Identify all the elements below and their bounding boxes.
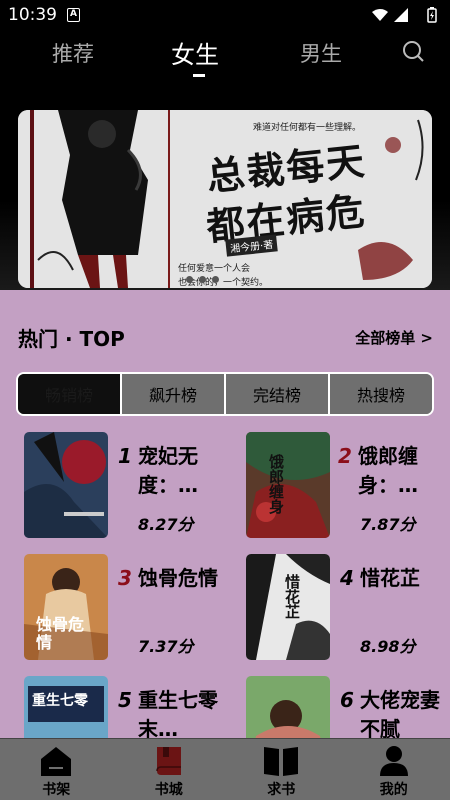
top-nav: 推荐 女生 男生 — [0, 30, 450, 90]
cover-title: 饿郎缠身 — [267, 454, 285, 514]
tab-active-indicator — [193, 74, 205, 77]
tab-completed[interactable]: 完结榜 — [226, 374, 330, 414]
book-cover[interactable]: 蚀骨危情 — [24, 554, 108, 660]
banner-pagination — [186, 268, 225, 287]
book-score: 7.37分 — [138, 637, 194, 656]
book-item[interactable]: 饿郎缠身 2 饿郎缠身：… 7.87分 — [246, 432, 446, 557]
book-score: 8.98分 — [360, 637, 416, 656]
tab-bestseller[interactable]: 畅销榜 — [18, 374, 122, 414]
section-title: 热门 · TOP — [18, 327, 125, 351]
tab-hot-search[interactable]: 热搜榜 — [330, 374, 432, 414]
book-title: 重生七零末… — [138, 688, 218, 741]
search-icon[interactable] — [402, 40, 426, 68]
rank-number: 2 — [338, 444, 352, 468]
book-request-icon — [264, 747, 299, 776]
pagination-dot[interactable] — [186, 276, 193, 283]
book-title: 饿郎缠身：… — [358, 444, 418, 497]
book-item[interactable]: 1 宠妃无度：… 8.27分 — [24, 432, 224, 557]
status-time: 10:39 — [8, 5, 57, 25]
pagination-dot[interactable] — [199, 276, 206, 283]
signal-icon — [394, 8, 408, 22]
hot-ranking-section: 热门 · TOP 全部榜单 > 畅销榜 飙升榜 完结榜 热搜榜 1 宠妃无度：…… — [0, 290, 450, 782]
rank-number: 5 — [118, 688, 132, 712]
book-title: 宠妃无度：… — [138, 444, 198, 497]
rank-number: 1 — [118, 444, 132, 468]
bottom-nav: 书架 书城 求书 我的 — [0, 738, 450, 800]
nav-bookstore[interactable]: 书城 — [113, 739, 226, 800]
rank-number: 4 — [340, 566, 354, 590]
profile-icon — [379, 746, 408, 776]
book-score: 8.27分 — [138, 515, 194, 534]
nav-label: 求书 — [267, 782, 296, 798]
wifi-icon — [372, 9, 388, 21]
book-cover[interactable] — [24, 432, 108, 538]
cover-title: 蚀骨危情 — [36, 615, 85, 652]
book-score: 7.87分 — [360, 515, 416, 534]
bookstore-icon — [156, 747, 181, 775]
book-title: 大佬宠妻不腻 — [360, 688, 440, 741]
book-cover[interactable]: 饿郎缠身 — [246, 432, 330, 538]
status-bar: 10:39 A — [0, 0, 450, 30]
rank-number: 3 — [118, 566, 132, 590]
tab-male[interactable]: 男生 — [300, 38, 342, 68]
nav-profile[interactable]: 我的 — [338, 739, 450, 800]
nav-label: 书城 — [154, 782, 183, 798]
bookshelf-icon — [41, 747, 72, 776]
cover-title: 重生七零 — [32, 693, 88, 709]
book-item[interactable]: 蚀骨危情 3 蚀骨危情 7.37分 — [24, 554, 224, 679]
status-icons — [370, 7, 440, 27]
ranking-tabs: 畅销榜 飙升榜 完结榜 热搜榜 — [16, 372, 434, 416]
book-cover[interactable]: 惜花芷 — [246, 554, 330, 660]
rank-number: 6 — [340, 688, 354, 712]
book-item[interactable]: 惜花芷 4 惜花芷 8.98分 — [246, 554, 446, 679]
book-title: 惜花芷 — [360, 566, 420, 590]
tab-rising[interactable]: 飙升榜 — [122, 374, 226, 414]
tab-female[interactable]: 女生 — [171, 35, 219, 70]
nav-label: 书架 — [42, 782, 71, 798]
cover-title: 惜花芷 — [283, 574, 301, 619]
notification-icon: A — [67, 8, 80, 22]
book-title: 蚀骨危情 — [138, 566, 218, 590]
all-rankings-link[interactable]: 全部榜单 > — [355, 327, 433, 348]
nav-label: 我的 — [379, 782, 408, 798]
tab-recommend[interactable]: 推荐 — [52, 38, 94, 68]
pagination-dot[interactable] — [212, 276, 219, 283]
promo-banner[interactable]: 难道对任何都有一些理解。 总裁每天 都在病危 湘今册·著 任何爱意一个人会 也会… — [18, 110, 432, 288]
nav-bookshelf[interactable]: 书架 — [0, 739, 113, 800]
nav-book-request[interactable]: 求书 — [225, 739, 338, 800]
